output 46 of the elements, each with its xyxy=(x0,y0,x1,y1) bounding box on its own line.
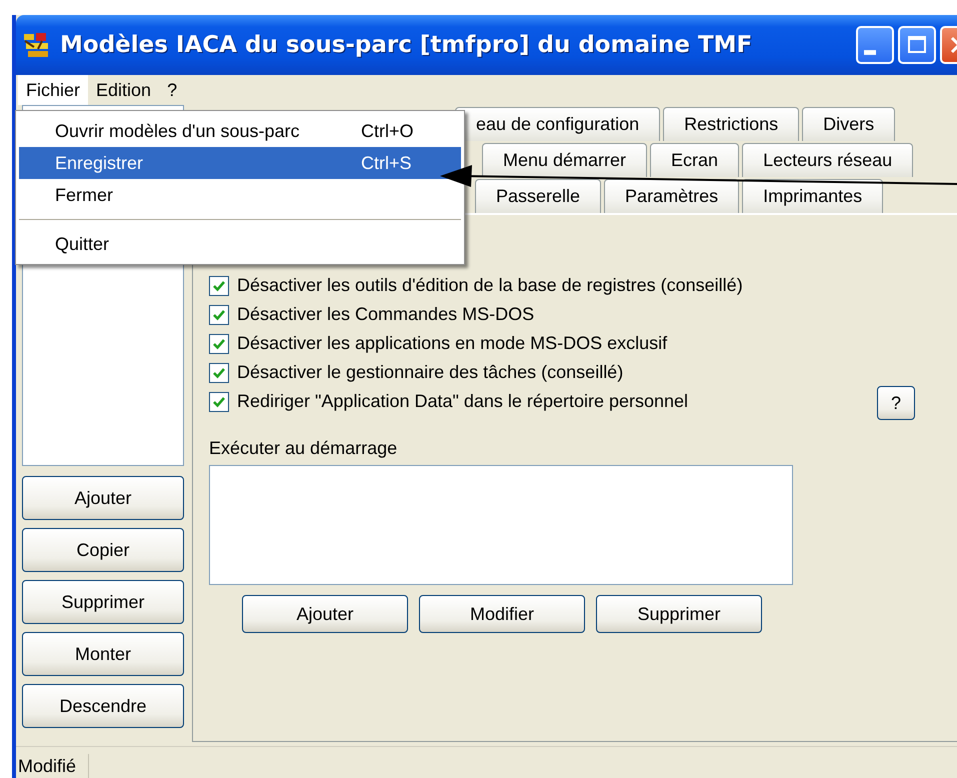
checkbox[interactable] xyxy=(209,362,229,382)
checkbox[interactable] xyxy=(209,334,229,354)
checkbox[interactable] xyxy=(209,392,229,412)
checkbox-label: Désactiver les applications en mode MS-DOS exclusif xyxy=(237,333,668,354)
tab[interactable]: Menu démarrer xyxy=(482,143,648,177)
tab[interactable]: eau de configuration xyxy=(455,107,660,141)
startup-list-box[interactable] xyxy=(209,465,793,585)
window-title: Modèles IACA du sous-parc [tmfpro] du domaine TMF xyxy=(60,32,754,58)
status-text: Modifié xyxy=(16,754,90,778)
menu-item[interactable]: Edition xyxy=(88,75,160,105)
minimize-icon xyxy=(864,50,876,54)
tab[interactable]: Passerelle xyxy=(475,179,602,213)
tab[interactable]: Paramètres xyxy=(604,179,740,213)
menu-item[interactable]: Fichier xyxy=(18,75,88,105)
check-icon xyxy=(212,366,226,380)
startup-button[interactable]: Ajouter xyxy=(242,595,408,633)
menu-entry[interactable]: Quitter xyxy=(19,228,461,260)
check-icon xyxy=(212,394,226,408)
minimize-button[interactable] xyxy=(856,26,894,64)
tab[interactable]: Restrictions xyxy=(663,107,800,141)
list-button[interactable]: Copier xyxy=(22,528,184,572)
menu-entry[interactable]: Enregistrer Ctrl+S xyxy=(19,147,461,179)
checkbox-label: Désactiver les outils d'édition de la base de registres (conseillé) xyxy=(237,275,743,296)
checkbox-label: Désactiver le gestionnaire des tâches (conseillé) xyxy=(237,362,624,383)
checkbox-label: Désactiver les Commandes MS-DOS xyxy=(237,304,534,325)
list-button[interactable]: Descendre xyxy=(22,684,184,728)
checkbox[interactable] xyxy=(209,276,229,296)
tab[interactable]: Imprimantes xyxy=(742,179,884,213)
startup-button[interactable]: Supprimer xyxy=(596,595,762,633)
check-icon xyxy=(212,336,226,350)
list-button[interactable]: Monter xyxy=(22,632,184,676)
list-button[interactable]: Ajouter xyxy=(22,476,184,520)
tab[interactable]: Lecteurs réseau xyxy=(742,143,914,177)
menu-entry[interactable]: Fermer xyxy=(19,179,461,211)
checkbox[interactable] xyxy=(209,304,229,324)
check-icon xyxy=(212,278,226,292)
tab[interactable]: Divers xyxy=(802,107,896,141)
list-button[interactable]: Supprimer xyxy=(22,580,184,624)
checkbox-label: Rediriger "Application Data" dans le répertoire personnel xyxy=(237,391,688,412)
help-button[interactable]: ? xyxy=(877,386,915,420)
tab[interactable]: Ecran xyxy=(650,143,740,177)
startup-label: Exécuter au démarrage xyxy=(209,438,398,459)
menu-item[interactable]: ? xyxy=(159,75,186,105)
startup-button[interactable]: Modifier xyxy=(419,595,585,633)
maximize-button[interactable] xyxy=(898,26,936,64)
check-icon xyxy=(212,308,226,322)
